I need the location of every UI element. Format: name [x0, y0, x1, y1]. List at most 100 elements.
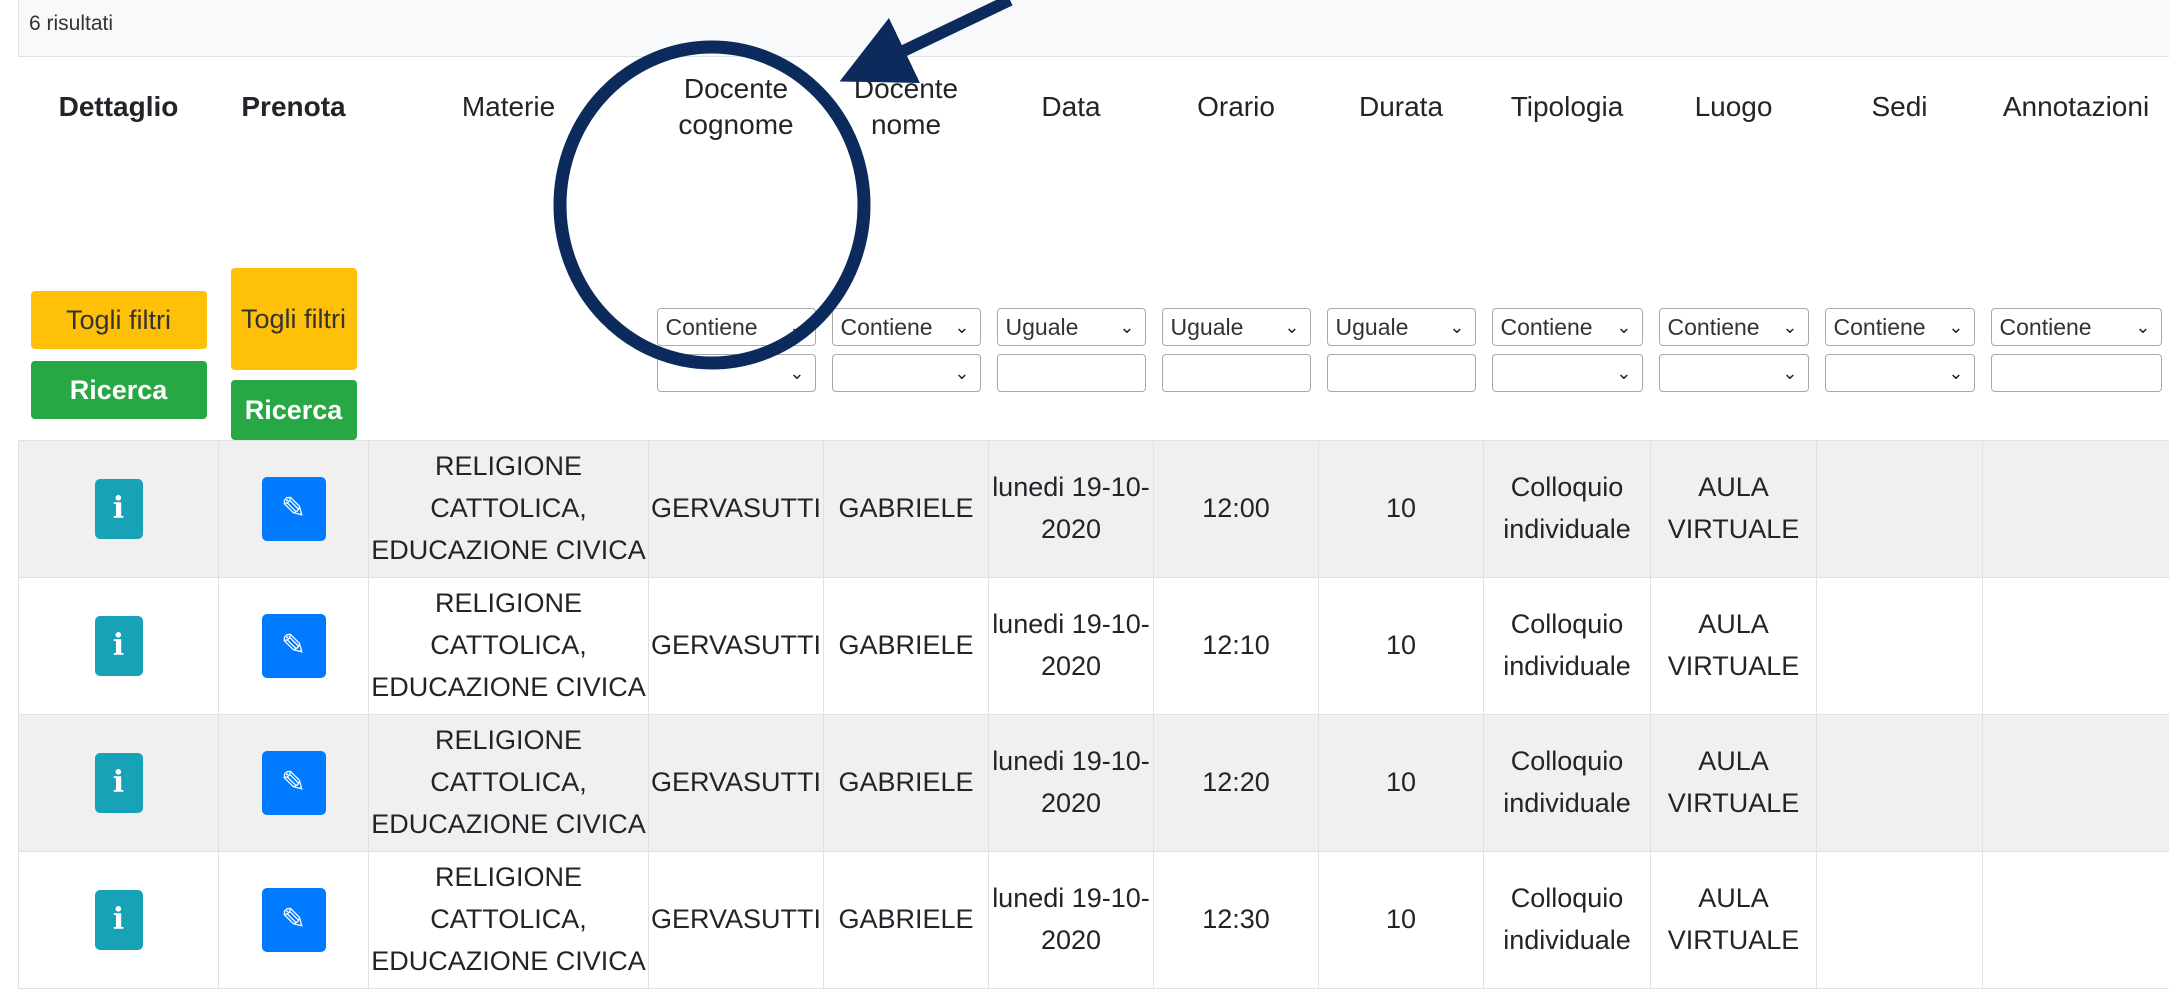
- annotazioni-operator-select[interactable]: Contiene⌄: [1991, 308, 2162, 346]
- cell-durata: 10: [1319, 578, 1484, 715]
- tipologia-operator-select[interactable]: Contiene ⌄: [1492, 308, 1643, 346]
- docente-cognome-value-select[interactable]: ⌄: [657, 354, 816, 392]
- cell-durata: 10: [1319, 852, 1484, 989]
- sedi-operator-value: Contiene: [1834, 314, 1926, 340]
- table-row: i ✎ RELIGIONE CATTOLICA, EDUCAZIONE CIVI…: [19, 852, 2169, 989]
- cell-tipologia: Colloquio individuale: [1484, 715, 1651, 852]
- info-icon[interactable]: i: [95, 616, 143, 676]
- tipologia-operator-value: Contiene: [1501, 314, 1593, 340]
- cell-materie: RELIGIONE CATTOLICA, EDUCAZIONE CIVICA: [369, 441, 649, 578]
- header-dettaglio: Dettaglio: [19, 58, 219, 156]
- durata-filter-input[interactable]: [1327, 354, 1476, 392]
- cell-docente-nome: GABRIELE: [824, 578, 989, 715]
- header-row: Dettaglio Prenota Materie Docente cognom…: [19, 58, 2169, 156]
- chevron-down-icon: ⌄: [1284, 309, 1299, 345]
- info-icon[interactable]: i: [95, 479, 143, 539]
- cell-data: lunedi 19-10-2020: [989, 578, 1154, 715]
- cell-dettaglio: i: [19, 715, 219, 852]
- appointments-table: Dettaglio Prenota Materie Docente cognom…: [18, 58, 2169, 989]
- annotazioni-filter-input[interactable]: [1991, 354, 2162, 392]
- edit-icon[interactable]: ✎: [262, 888, 326, 952]
- header-luogo: Luogo: [1651, 58, 1817, 156]
- cell-dettaglio: i: [19, 441, 219, 578]
- data-filter-input[interactable]: [997, 354, 1146, 392]
- chevron-down-icon: ⌄: [1948, 355, 1963, 391]
- header-tipologia: Tipologia: [1484, 58, 1651, 156]
- cell-tipologia: Colloquio individuale: [1484, 441, 1651, 578]
- cell-docente-cognome: GERVASUTTI: [649, 852, 824, 989]
- orario-operator-select[interactable]: Uguale ⌄: [1162, 308, 1311, 346]
- luogo-value-select[interactable]: ⌄: [1659, 354, 1809, 392]
- docente-nome-operator-value: Contiene: [841, 314, 933, 340]
- filter-cell-data: Uguale⌄: [989, 156, 1154, 441]
- chevron-down-icon: ⌄: [789, 309, 804, 345]
- search-button-2[interactable]: Ricerca: [231, 380, 357, 440]
- cell-luogo: AULA VIRTUALE: [1651, 715, 1817, 852]
- cell-docente-cognome: GERVASUTTI: [649, 715, 824, 852]
- header-orario: Orario: [1154, 58, 1319, 156]
- table-row: i ✎ RELIGIONE CATTOLICA, EDUCAZIONE CIVI…: [19, 578, 2169, 715]
- cell-prenota: ✎: [219, 578, 369, 715]
- cell-luogo: AULA VIRTUALE: [1651, 578, 1817, 715]
- data-operator-select[interactable]: Uguale⌄: [997, 308, 1146, 346]
- docente-nome-operator-select[interactable]: Contiene ⌄: [832, 308, 981, 346]
- cell-orario: 12:10: [1154, 578, 1319, 715]
- cell-annotazioni: [1983, 578, 2169, 715]
- orario-filter-input[interactable]: [1162, 354, 1311, 392]
- cell-luogo: AULA VIRTUALE: [1651, 852, 1817, 989]
- cell-data: lunedi 19-10-2020: [989, 715, 1154, 852]
- docente-cognome-operator-select[interactable]: Contiene⌄: [657, 308, 816, 346]
- luogo-operator-value: Contiene: [1668, 314, 1760, 340]
- cell-durata: 10: [1319, 715, 1484, 852]
- cell-luogo: AULA VIRTUALE: [1651, 441, 1817, 578]
- cell-docente-cognome: GERVASUTTI: [649, 578, 824, 715]
- filter-row: Togli filtri Ricerca Togli filtri Ricerc…: [19, 156, 2169, 441]
- header-annotazioni: Annotazioni: [1983, 58, 2169, 156]
- clear-filters-button[interactable]: Togli filtri: [31, 291, 207, 349]
- tipologia-value-select[interactable]: ⌄: [1492, 354, 1643, 392]
- clear-filters-button-2[interactable]: Togli filtri: [231, 268, 357, 370]
- durata-operator-select[interactable]: Uguale ⌄: [1327, 308, 1476, 346]
- table-row: i ✎ RELIGIONE CATTOLICA, EDUCAZIONE CIVI…: [19, 441, 2169, 578]
- cell-docente-nome: GABRIELE: [824, 852, 989, 989]
- filter-cell-docente-nome: Contiene ⌄ ⌄: [824, 156, 989, 441]
- sedi-value-select[interactable]: ⌄: [1825, 354, 1975, 392]
- chevron-down-icon: ⌄: [1449, 309, 1464, 345]
- chevron-down-icon: ⌄: [954, 309, 969, 345]
- luogo-operator-select[interactable]: Contiene ⌄: [1659, 308, 1809, 346]
- edit-icon[interactable]: ✎: [262, 614, 326, 678]
- cell-orario: 12:00: [1154, 441, 1319, 578]
- cell-materie: RELIGIONE CATTOLICA, EDUCAZIONE CIVICA: [369, 715, 649, 852]
- results-count: 6 risultati: [29, 12, 113, 36]
- chevron-down-icon: ⌄: [1616, 309, 1631, 345]
- header-materie: Materie: [369, 58, 649, 156]
- filter-cell-sedi: Contiene⌄ ⌄: [1817, 156, 1983, 441]
- docente-nome-value-select[interactable]: ⌄: [832, 354, 981, 392]
- search-button[interactable]: Ricerca: [31, 361, 207, 419]
- orario-operator-value: Uguale: [1171, 314, 1244, 340]
- header-prenota: Prenota: [219, 58, 369, 156]
- cell-orario: 12:20: [1154, 715, 1319, 852]
- filter-cell-docente-cognome: Contiene⌄ ⌄: [649, 156, 824, 441]
- chevron-down-icon: ⌄: [1119, 309, 1134, 345]
- info-icon[interactable]: i: [95, 753, 143, 813]
- edit-icon[interactable]: ✎: [262, 751, 326, 815]
- durata-operator-value: Uguale: [1336, 314, 1409, 340]
- cell-annotazioni: [1983, 441, 2169, 578]
- sedi-operator-select[interactable]: Contiene⌄: [1825, 308, 1975, 346]
- header-docente-nome: Docente nome: [824, 58, 989, 156]
- cell-prenota: ✎: [219, 852, 369, 989]
- filter-cell-prenota: Togli filtri Ricerca: [219, 156, 369, 441]
- filter-cell-durata: Uguale ⌄: [1319, 156, 1484, 441]
- edit-icon[interactable]: ✎: [262, 477, 326, 541]
- cell-docente-cognome: GERVASUTTI: [649, 441, 824, 578]
- chevron-down-icon: ⌄: [1782, 309, 1797, 345]
- info-icon[interactable]: i: [95, 890, 143, 950]
- filter-cell-materie: [369, 156, 649, 441]
- cell-materie: RELIGIONE CATTOLICA, EDUCAZIONE CIVICA: [369, 578, 649, 715]
- cell-prenota: ✎: [219, 715, 369, 852]
- filter-cell-tipologia: Contiene ⌄ ⌄: [1484, 156, 1651, 441]
- header-data: Data: [989, 58, 1154, 156]
- header-sedi: Sedi: [1817, 58, 1983, 156]
- cell-data: lunedi 19-10-2020: [989, 441, 1154, 578]
